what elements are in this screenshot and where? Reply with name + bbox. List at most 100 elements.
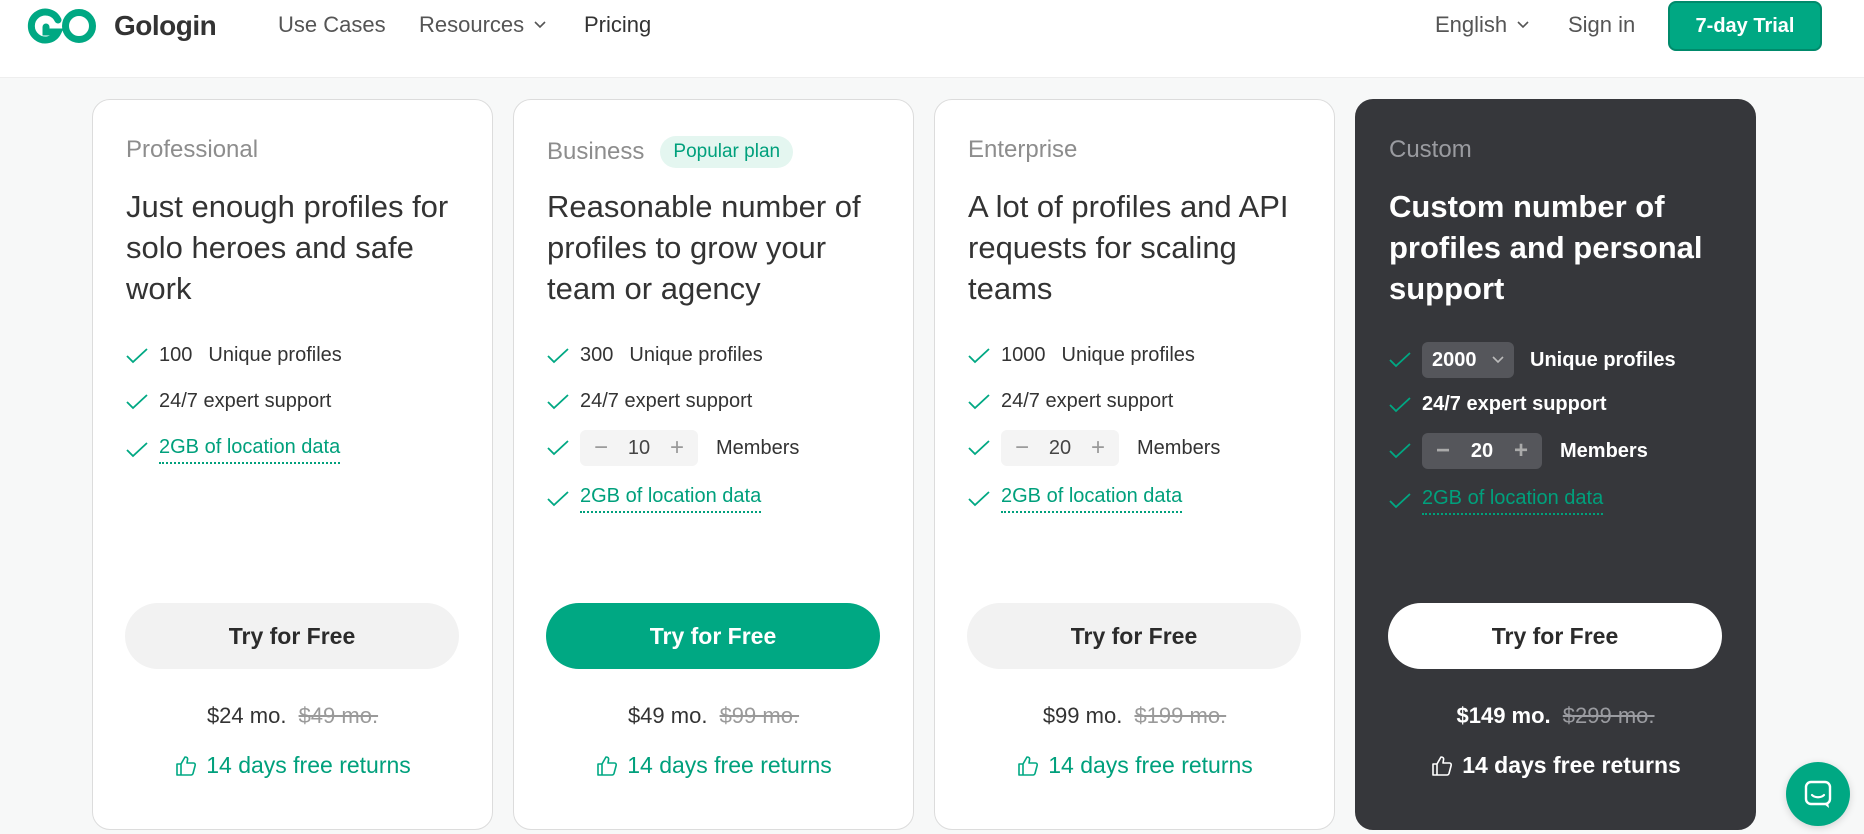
profiles-count: 100 — [159, 344, 193, 366]
check-icon — [968, 440, 990, 456]
feature-location: 2GB of location data — [547, 485, 762, 513]
check-icon — [1389, 352, 1411, 368]
plan-name-label: Professional — [126, 136, 259, 163]
plan-description: Custom number of profiles and personal s… — [1389, 189, 1703, 306]
feature-profiles: 1000 Unique profiles — [968, 344, 1195, 367]
chevron-down-icon — [1492, 356, 1504, 364]
members-count[interactable]: 20 — [1049, 437, 1071, 460]
old-price: $49 mo. — [298, 703, 379, 728]
increment-button[interactable]: + — [666, 434, 688, 462]
plan-description: Just enough profiles for solo heroes and… — [126, 189, 449, 306]
location-data-link[interactable]: 2GB of location data — [1422, 487, 1604, 515]
check-icon — [126, 393, 148, 409]
sign-in-label: Sign in — [1568, 12, 1636, 37]
nav-resources[interactable]: Resources — [419, 12, 546, 38]
top-nav: Gologin Use Cases Resources Pricing Engl… — [0, 0, 1864, 78]
decrement-button[interactable]: − — [590, 434, 612, 462]
members-stepper: − 10 + — [580, 430, 698, 466]
feature-members: − 20 + Members — [968, 430, 1220, 466]
feature-members: − 20 + Members — [1389, 433, 1648, 469]
returns-label: 14 days free returns — [206, 752, 411, 778]
thumbs-up-icon — [176, 755, 197, 776]
nav-pricing[interactable]: Pricing — [584, 12, 651, 38]
thumbs-up-icon — [1432, 755, 1453, 776]
feature-profiles: 2000 Unique profiles — [1389, 342, 1676, 378]
free-returns: 14 days free returns — [1356, 752, 1755, 779]
plan-name-label: Enterprise — [968, 136, 1078, 163]
feature-support: 24/7 expert support — [126, 390, 331, 413]
try-for-free-button[interactable]: Try for Free — [1388, 603, 1722, 669]
old-price: $199 mo. — [1134, 703, 1227, 728]
decrement-button[interactable]: − — [1011, 434, 1033, 462]
plan-card-business: Business Popular plan Reasonable number … — [513, 99, 914, 830]
free-returns: 14 days free returns — [93, 752, 492, 779]
profiles-label: Unique profiles — [629, 344, 763, 366]
plan-name: Professional — [126, 136, 258, 164]
decrement-button[interactable]: − — [1432, 437, 1454, 465]
chat-button[interactable] — [1786, 762, 1850, 826]
check-icon — [547, 347, 569, 363]
members-label: Members — [716, 436, 800, 459]
profiles-count: 1000 — [1001, 344, 1046, 366]
current-price: $49 mo. — [627, 703, 708, 728]
plan-name: Custom — [1389, 136, 1472, 164]
returns-label: 14 days free returns — [627, 752, 832, 778]
try-for-free-button[interactable]: Try for Free — [546, 603, 880, 669]
feature-members: − 10 + Members — [547, 430, 799, 466]
check-icon — [1389, 396, 1411, 412]
nav-use-cases-label: Use Cases — [278, 12, 386, 37]
check-icon — [547, 491, 569, 507]
plan-name: Enterprise — [968, 136, 1077, 164]
support-label: 24/7 expert support — [1422, 393, 1607, 415]
plan-name-label: Custom — [1389, 136, 1472, 163]
location-data-link[interactable]: 2GB of location data — [1001, 485, 1183, 513]
price: $149 mo. $299 mo. — [1356, 703, 1755, 729]
profiles-label: Unique profiles — [1530, 348, 1676, 371]
language-selector[interactable]: English — [1435, 12, 1529, 38]
feature-location: 2GB of location data — [968, 485, 1183, 513]
sign-in-link[interactable]: Sign in — [1568, 12, 1635, 38]
increment-button[interactable]: + — [1510, 437, 1532, 465]
feature-location: 2GB of location data — [1389, 487, 1604, 515]
members-stepper: − 20 + — [1422, 433, 1542, 469]
current-price: $24 mo. — [206, 703, 287, 728]
members-label: Members — [1560, 439, 1648, 462]
feature-support: 24/7 expert support — [968, 390, 1173, 413]
returns-label: 14 days free returns — [1462, 752, 1681, 778]
plan-card-enterprise: Enterprise A lot of profiles and API req… — [934, 99, 1335, 830]
check-icon — [1389, 443, 1411, 459]
plan-name: Business Popular plan — [547, 136, 794, 168]
trial-button[interactable]: 7-day Trial — [1668, 1, 1822, 51]
gologin-logo-icon — [27, 8, 96, 44]
support-label: 24/7 expert support — [580, 390, 753, 412]
members-count[interactable]: 10 — [628, 437, 650, 460]
check-icon — [126, 347, 148, 363]
check-icon — [1389, 493, 1411, 509]
profiles-select[interactable]: 2000 — [1422, 342, 1514, 378]
price: $49 mo. $99 mo. — [514, 703, 913, 729]
free-returns: 14 days free returns — [935, 752, 1334, 779]
try-for-free-button[interactable]: Try for Free — [125, 603, 459, 669]
current-price: $99 mo. — [1042, 703, 1123, 728]
try-for-free-button[interactable]: Try for Free — [967, 603, 1301, 669]
gologin-logo[interactable]: Gologin — [24, 4, 217, 48]
feature-profiles: 100 Unique profiles — [126, 344, 342, 367]
check-icon — [547, 393, 569, 409]
feature-profiles: 300 Unique profiles — [547, 344, 763, 367]
chevron-down-icon — [534, 21, 546, 29]
feature-support: 24/7 expert support — [547, 390, 752, 413]
members-label: Members — [1137, 436, 1221, 459]
feature-support: 24/7 expert support — [1389, 393, 1607, 416]
support-label: 24/7 expert support — [1001, 390, 1174, 412]
location-data-link[interactable]: 2GB of location data — [580, 485, 762, 513]
nav-pricing-label: Pricing — [584, 12, 652, 37]
check-icon — [126, 442, 148, 458]
members-count[interactable]: 20 — [1471, 440, 1493, 463]
location-data-link[interactable]: 2GB of location data — [159, 436, 341, 464]
nav-use-cases[interactable]: Use Cases — [278, 12, 386, 38]
price: $99 mo. $199 mo. — [935, 703, 1334, 729]
increment-button[interactable]: + — [1087, 434, 1109, 462]
check-icon — [547, 440, 569, 456]
price: $24 mo. $49 mo. — [93, 703, 492, 729]
check-icon — [968, 393, 990, 409]
